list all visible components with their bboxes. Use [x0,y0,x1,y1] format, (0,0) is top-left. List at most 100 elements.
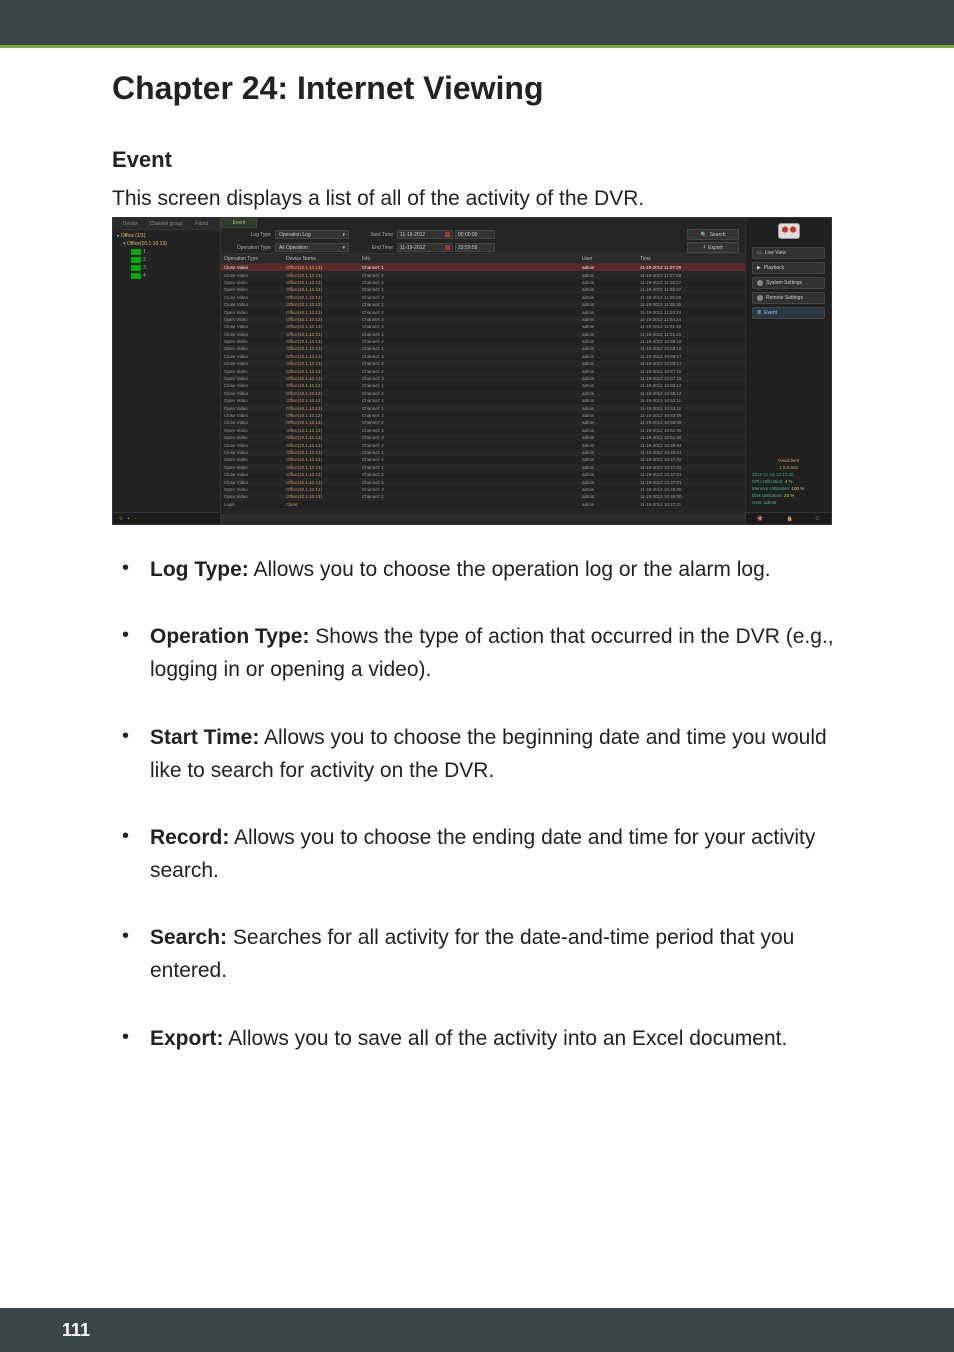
filters-bar: Log Type Operation Log▾ Start Time 11-19… [221,228,745,254]
playback-button[interactable]: ▶Playback [752,262,825,274]
start-date-input[interactable]: 11-19-2012 [397,230,453,239]
table-row[interactable]: Open VideoOffice(10.1.10.13)Channel: 2ad… [221,493,745,500]
table-row[interactable]: Open VideoOffice(10.1.10.13)Channel: 3ad… [221,434,745,441]
col-time[interactable]: Time [637,254,735,263]
tree-ch3[interactable]: 3 [117,264,216,272]
operation-type-label: Operation Type [221,245,275,251]
definitions-list: Log Type: Allows you to choose the opera… [150,553,838,1055]
table-row[interactable]: Open VideoOffice(10.1.10.13)Channel: 4ad… [221,338,745,345]
col-operation-type[interactable]: Operation Type [221,254,283,263]
table-row[interactable]: Open VideoOffice(10.1.10.13)Channel: 4ad… [221,397,745,404]
play-icon: ▶ [757,265,761,271]
left-tab-patrol[interactable]: Patrol [184,218,220,229]
tree-root[interactable]: ▸ Office (1/1) [117,232,216,240]
refresh-icon[interactable]: ↻ [119,516,123,522]
table-row[interactable]: Close VideoOffice(10.1.10.13)Channel: 3a… [221,412,745,419]
status-block: ViewClient 1.0.0.626 2012-11-19 13:17:40… [752,457,825,506]
system-settings-button[interactable]: System Settings [752,277,825,289]
search-icon: 🔍 [700,232,706,238]
table-row[interactable]: Close VideoOffice(10.1.10.13)Channel: 4a… [221,390,745,397]
definition-item: Log Type: Allows you to choose the opera… [150,553,838,586]
table-row[interactable]: Close VideoOffice(10.1.10.13)Channel: 2a… [221,360,745,367]
events-table: Operation Type Device Name Info User Tim… [221,254,745,514]
table-row[interactable]: Open VideoOffice(10.1.10.13)Channel: 2ad… [221,367,745,374]
table-row[interactable]: Close VideoOffice(10.1.10.13)Channel: 1a… [221,331,745,338]
end-date-input[interactable]: 11-19-2012 [397,243,453,252]
table-row[interactable]: Open VideoOffice(10.1.10.13)Channel: 1ad… [221,345,745,352]
chapter-title: Chapter 24: Internet Viewing [112,70,954,107]
col-user[interactable]: User [579,254,637,263]
table-row[interactable]: Open VideoOffice(10.1.10.13)Channel: 2ad… [221,427,745,434]
end-time-label: End Time [349,245,397,251]
calendar-icon [445,245,450,250]
table-row[interactable]: Close VideoOffice(10.1.10.13)Channel: 3a… [221,471,745,478]
end-time-input[interactable]: 23:59:59 [455,243,495,252]
table-row[interactable]: Close VideoOffice(10.1.10.13)Channel: 2a… [221,419,745,426]
add-icon[interactable]: + [127,516,130,522]
export-button[interactable]: ⭳Export [687,242,739,253]
event-button[interactable]: ≣Event [752,307,825,319]
export-icon: ⭳ [703,244,705,252]
status-user: User: admin [752,499,825,506]
header-band [0,0,954,48]
table-row[interactable]: Close VideoOffice(10.1.10.13)Channel: 1a… [221,264,745,271]
start-time-label: Start Time [349,232,397,238]
start-time-input[interactable]: 00:00:00 [455,230,495,239]
dvr-event-screenshot: Device Channel group Patrol ▸ Office (1/… [112,217,832,525]
col-device-name[interactable]: Device Name [283,254,359,263]
table-row[interactable]: Close VideoOffice(10.1.10.13)Channel: 4a… [221,323,745,330]
table-row[interactable]: LoginClientadmin11-19-2012 10:27:11 [221,501,745,508]
table-row[interactable]: Open VideoOffice(10.1.10.13)Channel: 2ad… [221,308,745,315]
remote-settings-button[interactable]: Remote Settings [752,292,825,304]
table-row[interactable]: Close VideoOffice(10.1.10.13)Channel: 1a… [221,382,745,389]
search-button[interactable]: 🔍Search [687,229,739,240]
page-footer: 111 [0,1308,954,1352]
table-row[interactable]: Open VideoOffice(10.1.10.13)Channel: 4ad… [221,279,745,286]
table-row[interactable]: Open VideoOffice(10.1.10.13)Channel: 3ad… [221,375,745,382]
table-row[interactable]: Close VideoOffice(10.1.10.13)Channel: 4a… [221,271,745,278]
tree-device[interactable]: ▾ Office(10.1.10.13) [117,240,216,248]
definition-item: Operation Type: Shows the type of action… [150,620,838,686]
definition-item: Search: Searches for all activity for th… [150,921,838,987]
gear-icon [757,280,763,286]
table-row[interactable]: Open VideoOffice(10.1.10.13)Channel: 1ad… [221,404,745,411]
table-row[interactable]: Close VideoOffice(10.1.10.13)Channel: 1a… [221,449,745,456]
mute-icon[interactable]: 🔇 [757,516,763,522]
tree-ch2[interactable]: 2 [117,256,216,264]
device-tree-panel: Device Channel group Patrol ▸ Office (1/… [113,218,221,524]
section-title: Event [112,147,954,173]
tree-ch1[interactable]: 1 [117,248,216,256]
status-version: 1.0.0.626 [752,464,825,471]
owl-logo-icon [778,223,800,239]
live-view-button[interactable]: ▭Live View [752,247,825,259]
table-row[interactable]: Close VideoOffice(10.1.10.13)Channel: 4a… [221,441,745,448]
right-bottom-bar: 🔇 🔒 ⏻ [746,512,831,524]
operation-type-select[interactable]: All Operation▾ [275,243,349,252]
tree-toolbar: ↻ + − [113,512,220,524]
table-row[interactable]: Open VideoOffice(10.1.10.13)Channel: 1ad… [221,464,745,471]
table-row[interactable]: Open VideoOffice(10.1.10.13)Channel: 3ad… [221,316,745,323]
left-tab-channel-group[interactable]: Channel group [149,218,185,229]
page-number: 111 [62,1320,90,1341]
log-type-select[interactable]: Operation Log▾ [275,230,349,239]
table-row[interactable]: Close VideoOffice(10.1.10.13)Channel: 2a… [221,478,745,485]
table-row[interactable]: Close VideoOffice(10.1.10.13)Channel: 2a… [221,301,745,308]
table-row[interactable]: Close VideoOffice(10.1.10.13)Channel: 3a… [221,353,745,360]
table-row[interactable]: Open VideoOffice(10.1.10.13)Channel: 1ad… [221,286,745,293]
power-icon[interactable]: ⏻ [816,516,820,522]
remove-icon[interactable]: − [134,516,137,522]
definition-item: Record: Allows you to choose the ending … [150,821,838,887]
tree-ch4[interactable]: 4 [117,272,216,280]
left-tab-device[interactable]: Device [113,218,149,229]
monitor-icon: ▭ [757,250,762,256]
status-datetime: 2012-11-19 13:17:40 [752,471,825,478]
table-row[interactable]: Open VideoOffice(10.1.10.13)Channel: 4ad… [221,456,745,463]
table-header: Operation Type Device Name Info User Tim… [221,254,745,264]
table-row[interactable]: Open VideoOffice(10.1.10.13)Channel: 3ad… [221,486,745,493]
gear-icon [757,295,763,301]
list-icon: ≣ [757,310,761,316]
col-info[interactable]: Info [359,254,579,263]
table-row[interactable]: Close VideoOffice(10.1.10.13)Channel: 3a… [221,294,745,301]
center-tab-event[interactable]: Event [221,218,257,228]
lock-icon[interactable]: 🔒 [787,516,793,522]
